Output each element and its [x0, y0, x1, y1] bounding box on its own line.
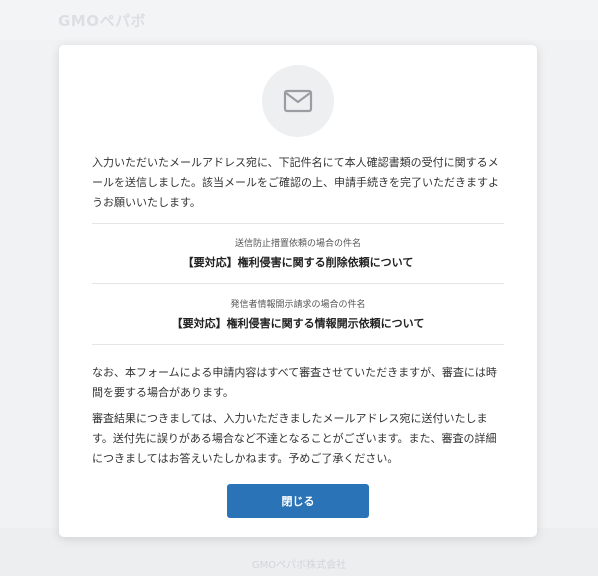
intro-message: 入力いただいたメールアドレス宛に、下記件名にて本人確認書類の受付に関するメールを… — [92, 156, 499, 209]
divider — [92, 223, 504, 224]
subject-label-takedown: 送信防止措置依頼の場合の件名 — [234, 239, 361, 249]
divider — [92, 283, 504, 284]
brand-logo: GMOペパボ — [58, 12, 146, 30]
review-note: なお、本フォームによる申請内容はすべて審査させていただきますが、審査には時間を要… — [92, 366, 497, 399]
mail-icon — [283, 89, 313, 113]
subject-label-disclosure: 発信者情報開示請求の場合の件名 — [230, 300, 366, 310]
divider — [92, 344, 504, 345]
mail-icon-circle — [262, 65, 334, 137]
subject-title-disclosure: 【要対応】権利侵害に関する情報開示依頼について — [171, 317, 425, 330]
background-header: GMOペパボ — [0, 0, 598, 40]
subject-title-takedown: 【要対応】権利侵害に関する削除依頼について — [182, 256, 414, 269]
background-footer-text: GMOペパボ株式会社 — [251, 560, 347, 571]
confirmation-modal: 入力いただいたメールアドレス宛に、下記件名にて本人確認書類の受付に関するメールを… — [59, 45, 537, 537]
result-note: 審査結果につきましては、入力いただきましたメールアドレス宛に送付いたします。送付… — [92, 412, 497, 465]
close-button[interactable]: 閉じる — [227, 484, 369, 518]
